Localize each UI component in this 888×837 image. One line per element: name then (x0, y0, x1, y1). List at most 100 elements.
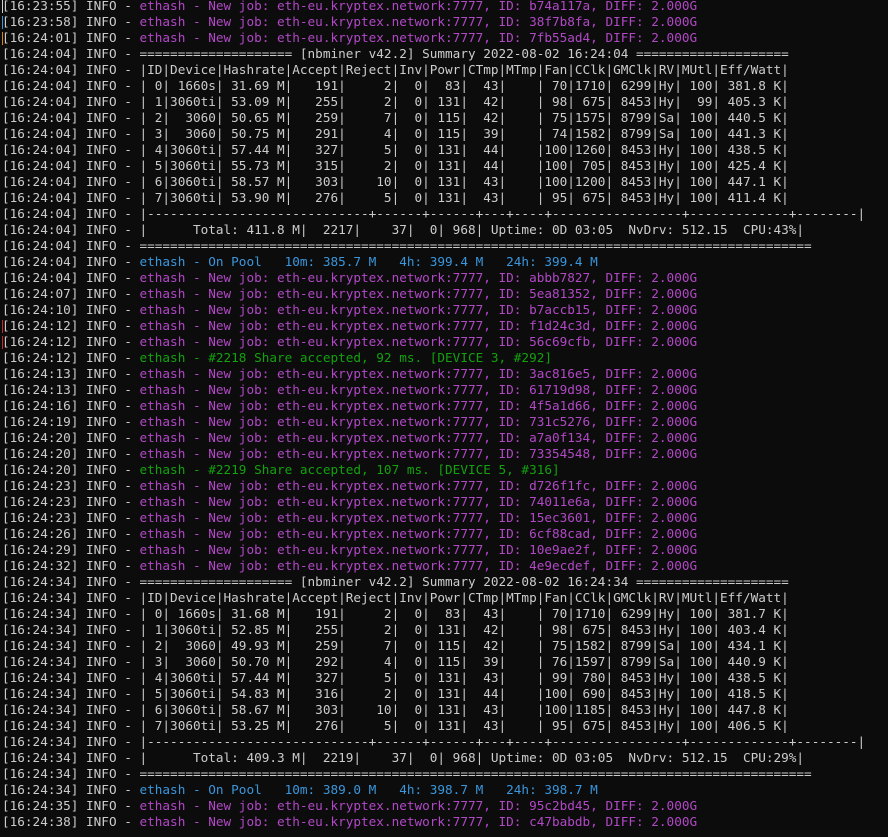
log-level: INFO - (78, 462, 140, 477)
log-message: ethash - New job: eth-eu.kryptex.network… (139, 334, 698, 349)
log-message: | Total: 409.3 M| 2219| 37| 0| 968| Upti… (139, 750, 805, 765)
log-message: | 0| 1660s| 31.69 M| 191| 2| 0| 83| 43| … (139, 78, 789, 93)
log-message: ethash - New job: eth-eu.kryptex.network… (139, 398, 698, 413)
log-level: INFO - (78, 318, 140, 333)
log-line: [16:24:26] INFO - ethash - New job: eth-… (2, 526, 888, 542)
log-line: [16:24:34] INFO - | Total: 409.3 M| 2219… (2, 750, 888, 766)
log-timestamp: [16:24:29] (2, 542, 79, 557)
window-edge-marker (2, 0, 3, 13)
log-line: [16:24:34] INFO - |ID|Device|Hashrate|Ac… (2, 590, 888, 606)
log-level: INFO - (78, 590, 140, 605)
log-line: [16:24:04] INFO - |---------------------… (2, 206, 888, 222)
log-level: INFO - (78, 382, 140, 397)
log-level: INFO - (78, 670, 140, 685)
log-timestamp: [16:24:23] (2, 510, 79, 525)
log-level: INFO - (78, 398, 140, 413)
log-timestamp: [16:24:34] (2, 670, 79, 685)
log-level: INFO - (78, 526, 140, 541)
log-message: | 4|3060ti| 57.44 M| 327| 5| 0| 131| 43|… (139, 670, 789, 685)
log-timestamp: [16:24:04] (2, 94, 79, 109)
log-level: INFO - (78, 494, 140, 509)
log-timestamp: [16:23:58] (2, 14, 79, 29)
log-level: INFO - (78, 270, 140, 285)
log-line: [16:24:34] INFO - | 2| 3060| 49.93 M| 25… (2, 638, 888, 654)
log-message: | 3| 3060| 50.70 M| 292| 4| 0| 115| 39| … (139, 654, 789, 669)
log-message: | 7|3060ti| 53.90 M| 276| 5| 0| 131| 43|… (139, 190, 789, 205)
log-message: ethash - New job: eth-eu.kryptex.network… (139, 302, 698, 317)
log-timestamp: [16:24:34] (2, 606, 79, 621)
log-timestamp: [16:24:20] (2, 430, 79, 445)
log-timestamp: [16:24:35] (2, 798, 79, 813)
terminal-output[interactable]: [16:23:55] INFO - ethash - New job: eth-… (2, 0, 888, 837)
log-level: INFO - (78, 14, 140, 29)
log-line: [16:24:34] INFO - | 5|3060ti| 54.83 M| 3… (2, 686, 888, 702)
log-message: ========================================… (139, 766, 812, 781)
log-level: INFO - (78, 718, 140, 733)
log-line: [16:24:16] INFO - ethash - New job: eth-… (2, 398, 888, 414)
log-message: ethash - New job: eth-eu.kryptex.network… (139, 14, 698, 29)
log-line: [16:23:58] INFO - ethash - New job: eth-… (2, 14, 888, 30)
log-line: [16:24:34] INFO - | 7|3060ti| 53.25 M| 2… (2, 718, 888, 734)
log-level: INFO - (78, 190, 140, 205)
log-message: | 0| 1660s| 31.68 M| 191| 2| 0| 83| 43| … (139, 606, 789, 621)
log-timestamp: [16:24:04] (2, 190, 79, 205)
log-timestamp: [16:24:32] (2, 558, 79, 573)
log-level: INFO - (78, 510, 140, 525)
log-line: [16:24:04] INFO - |ID|Device|Hashrate|Ac… (2, 62, 888, 78)
log-line: [16:24:34] INFO - |---------------------… (2, 734, 888, 750)
log-message: ==================== [nbminer v42.2] Sum… (139, 46, 789, 61)
log-message: ethash - New job: eth-eu.kryptex.network… (139, 542, 698, 557)
log-timestamp: [16:24:04] (2, 270, 79, 285)
log-level: INFO - (78, 78, 140, 93)
log-line: [16:24:04] INFO - ethash - New job: eth-… (2, 270, 888, 286)
log-message: | 5|3060ti| 54.83 M| 316| 2| 0| 131| 44|… (139, 686, 789, 701)
log-level: INFO - (78, 558, 140, 573)
log-message: ethash - New job: eth-eu.kryptex.network… (139, 286, 698, 301)
log-line: [16:23:55] INFO - ethash - New job: eth-… (2, 0, 888, 14)
log-message: | 3| 3060| 50.75 M| 291| 4| 0| 115| 39| … (139, 126, 789, 141)
log-level: INFO - (78, 158, 140, 173)
log-timestamp: [16:24:34] (2, 766, 79, 781)
log-message: |ID|Device|Hashrate|Accept|Reject|Inv|Po… (139, 62, 789, 77)
log-level: INFO - (78, 254, 140, 269)
log-timestamp: [16:24:34] (2, 654, 79, 669)
log-level: INFO - (78, 606, 140, 621)
log-message: | 1|3060ti| 52.85 M| 255| 2| 0| 131| 42|… (139, 622, 789, 637)
log-line: [16:24:07] INFO - ethash - New job: eth-… (2, 286, 888, 302)
log-message: ethash - New job: eth-eu.kryptex.network… (139, 814, 698, 829)
log-message: ethash - On Pool 10m: 389.0 M 4h: 398.7 … (139, 782, 598, 797)
log-line: [16:24:04] INFO - | 6|3060ti| 58.57 M| 3… (2, 174, 888, 190)
log-timestamp: [16:24:04] (2, 238, 79, 253)
log-line: [16:24:12] INFO - ethash - New job: eth-… (2, 334, 888, 350)
log-message: ethash - New job: eth-eu.kryptex.network… (139, 494, 698, 509)
log-message: ethash - New job: eth-eu.kryptex.network… (139, 366, 698, 381)
log-timestamp: [16:24:04] (2, 126, 79, 141)
log-line: [16:24:20] INFO - ethash - New job: eth-… (2, 430, 888, 446)
log-level: INFO - (78, 686, 140, 701)
log-level: INFO - (78, 142, 140, 157)
log-timestamp: [16:24:34] (2, 718, 79, 733)
log-level: INFO - (78, 734, 140, 749)
log-message: ethash - #2219 Share accepted, 107 ms. [… (139, 462, 560, 477)
log-level: INFO - (78, 814, 140, 829)
window-edge-marker (2, 336, 3, 349)
log-timestamp: [16:24:04] (2, 222, 79, 237)
log-line: [16:24:04] INFO - | 3| 3060| 50.75 M| 29… (2, 126, 888, 142)
log-timestamp: [16:24:04] (2, 78, 79, 93)
log-timestamp: [16:24:34] (2, 686, 79, 701)
log-line: [16:24:04] INFO - | 2| 3060| 50.65 M| 25… (2, 110, 888, 126)
log-level: INFO - (78, 542, 140, 557)
log-level: INFO - (78, 622, 140, 637)
log-line: [16:24:04] INFO - | 1|3060ti| 53.09 M| 2… (2, 94, 888, 110)
log-message: ethash - New job: eth-eu.kryptex.network… (139, 382, 698, 397)
log-message: ethash - #2218 Share accepted, 92 ms. [D… (139, 350, 552, 365)
log-timestamp: [16:24:04] (2, 174, 79, 189)
log-level: INFO - (78, 702, 140, 717)
log-line: [16:24:34] INFO - | 4|3060ti| 57.44 M| 3… (2, 670, 888, 686)
log-level: INFO - (78, 350, 140, 365)
log-message: | 7|3060ti| 53.25 M| 276| 5| 0| 131| 43|… (139, 718, 789, 733)
window-edge-marker (2, 32, 3, 45)
log-timestamp: [16:24:04] (2, 46, 79, 61)
log-timestamp: [16:23:55] (2, 0, 79, 13)
log-line: [16:24:29] INFO - ethash - New job: eth-… (2, 542, 888, 558)
